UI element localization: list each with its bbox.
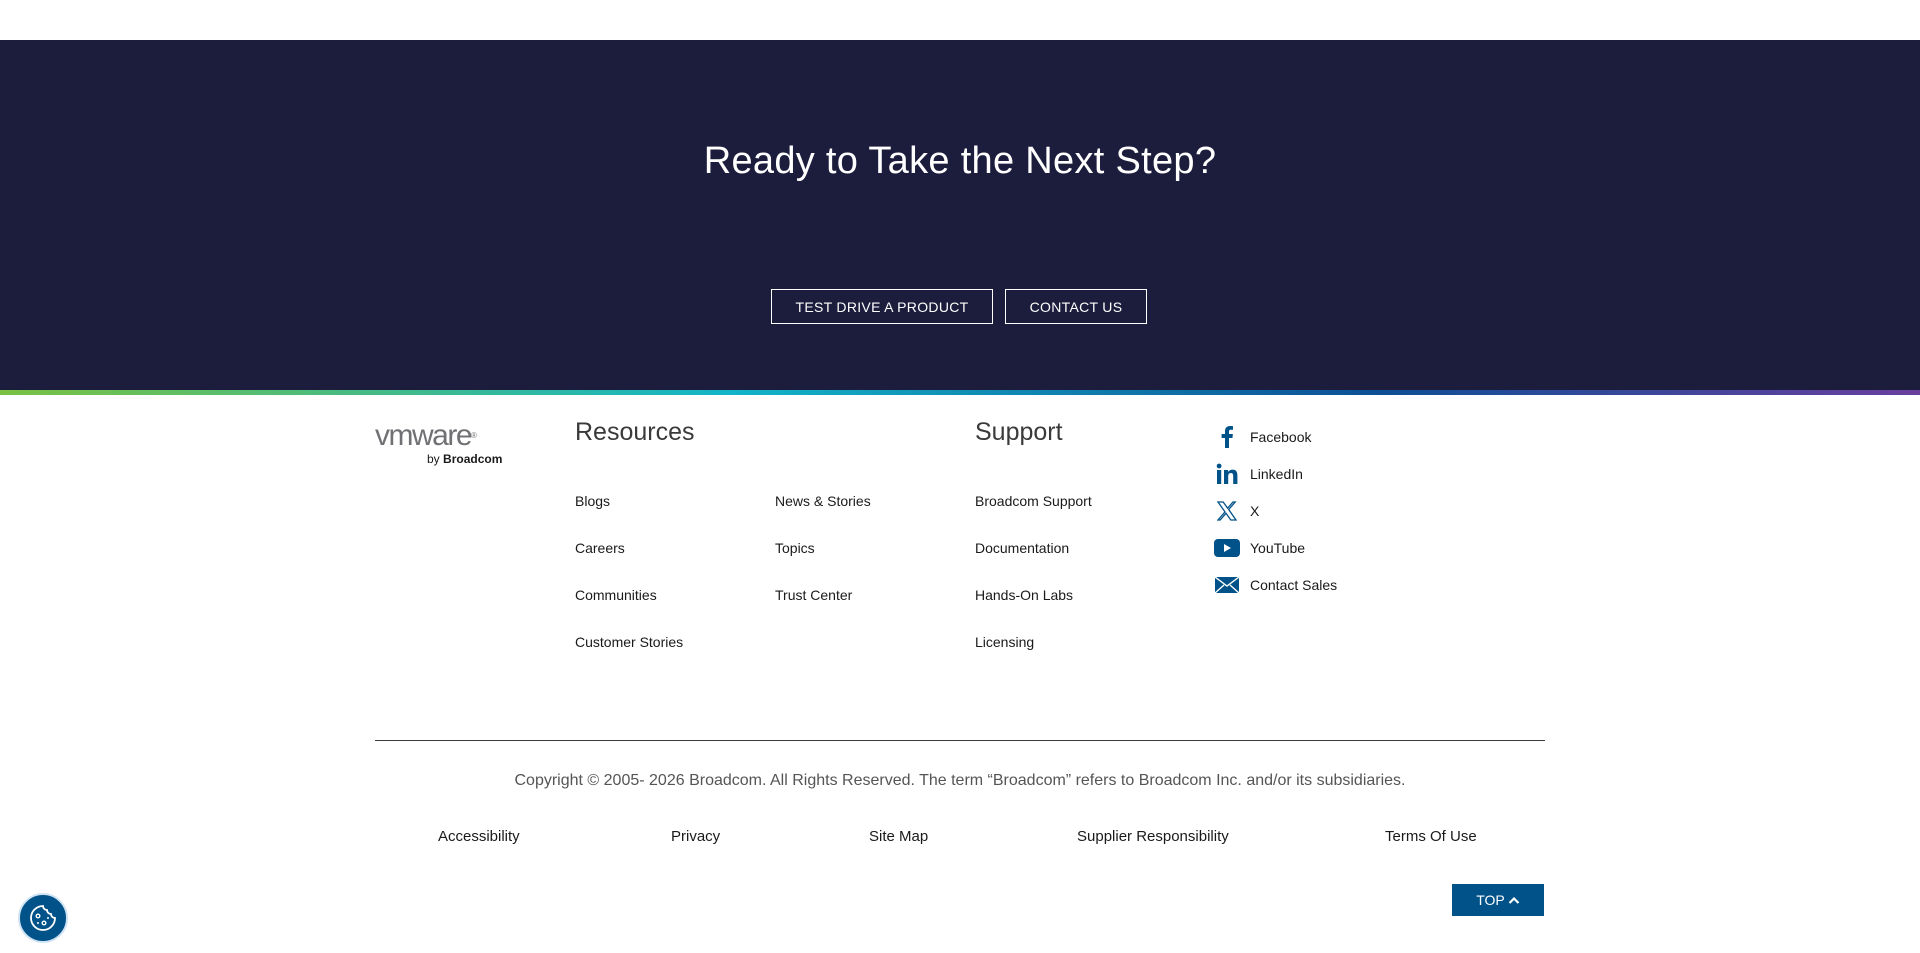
social-label: Facebook: [1250, 429, 1312, 445]
social-label: Contact Sales: [1250, 577, 1338, 593]
top-label: TOP: [1476, 892, 1505, 908]
social-link-x[interactable]: X: [1214, 499, 1259, 523]
support-link-broadcom-support[interactable]: Broadcom Support: [975, 493, 1092, 509]
legal-link-accessibility[interactable]: Accessibility: [438, 828, 520, 845]
cookie-icon: [30, 905, 56, 931]
logo-byline: by Broadcom: [427, 452, 502, 466]
vmware-logo[interactable]: vmware® by Broadcom: [375, 420, 515, 470]
facebook-icon: [1214, 425, 1240, 449]
resources-link-blogs[interactable]: Blogs: [575, 493, 610, 509]
social-label: LinkedIn: [1250, 466, 1303, 482]
resources-link-trust-center[interactable]: Trust Center: [775, 587, 852, 603]
support-link-licensing[interactable]: Licensing: [975, 634, 1034, 650]
copyright-text: Copyright © 2005- 2026 Broadcom. All Rig…: [514, 772, 1406, 789]
logo-by-text: by: [427, 452, 440, 466]
cta-title: Ready to Take the Next Step?: [703, 140, 1217, 182]
social-link-linkedin[interactable]: LinkedIn: [1214, 462, 1303, 486]
social-link-contact-sales[interactable]: Contact Sales: [1214, 573, 1337, 597]
logo-wordmark: vmware: [375, 419, 473, 452]
legal-link-terms-of-use[interactable]: Terms Of Use: [1385, 828, 1477, 845]
cta-banner: Ready to Take the Next Step? TEST DRIVE …: [0, 40, 1920, 390]
mail-icon: [1214, 573, 1240, 597]
legal-link-site-map[interactable]: Site Map: [869, 828, 928, 845]
support-link-documentation[interactable]: Documentation: [975, 540, 1069, 556]
resources-link-careers[interactable]: Careers: [575, 540, 625, 556]
resources-link-communities[interactable]: Communities: [575, 587, 657, 603]
legal-link-supplier-responsibility[interactable]: Supplier Responsibility: [1077, 828, 1229, 845]
support-heading: Support: [975, 418, 1063, 446]
support-link-hands-on-labs[interactable]: Hands-On Labs: [975, 587, 1073, 603]
cookie-settings-button[interactable]: [18, 893, 68, 943]
social-label: YouTube: [1250, 540, 1306, 556]
footer-divider: [375, 740, 1545, 741]
back-to-top-button[interactable]: TOP: [1452, 884, 1544, 916]
social-link-facebook[interactable]: Facebook: [1214, 425, 1311, 449]
test-drive-button[interactable]: TEST DRIVE A PRODUCT: [771, 289, 993, 324]
social-link-youtube[interactable]: YouTube: [1214, 536, 1305, 560]
youtube-icon: [1214, 536, 1240, 560]
linkedin-icon: [1214, 462, 1240, 486]
social-label: X: [1250, 503, 1260, 519]
resources-link-topics[interactable]: Topics: [775, 540, 815, 556]
x-icon: [1214, 499, 1240, 523]
chevron-up-icon: [1508, 896, 1520, 904]
resources-heading: Resources: [575, 418, 695, 446]
contact-us-button[interactable]: CONTACT US: [1005, 289, 1147, 324]
resources-link-news-stories[interactable]: News & Stories: [775, 493, 871, 509]
gradient-divider: [0, 390, 1920, 395]
legal-link-privacy[interactable]: Privacy: [671, 828, 720, 845]
logo-registered: ®: [471, 431, 477, 440]
resources-link-customer-stories[interactable]: Customer Stories: [575, 634, 683, 650]
logo-company: Broadcom: [443, 452, 503, 466]
